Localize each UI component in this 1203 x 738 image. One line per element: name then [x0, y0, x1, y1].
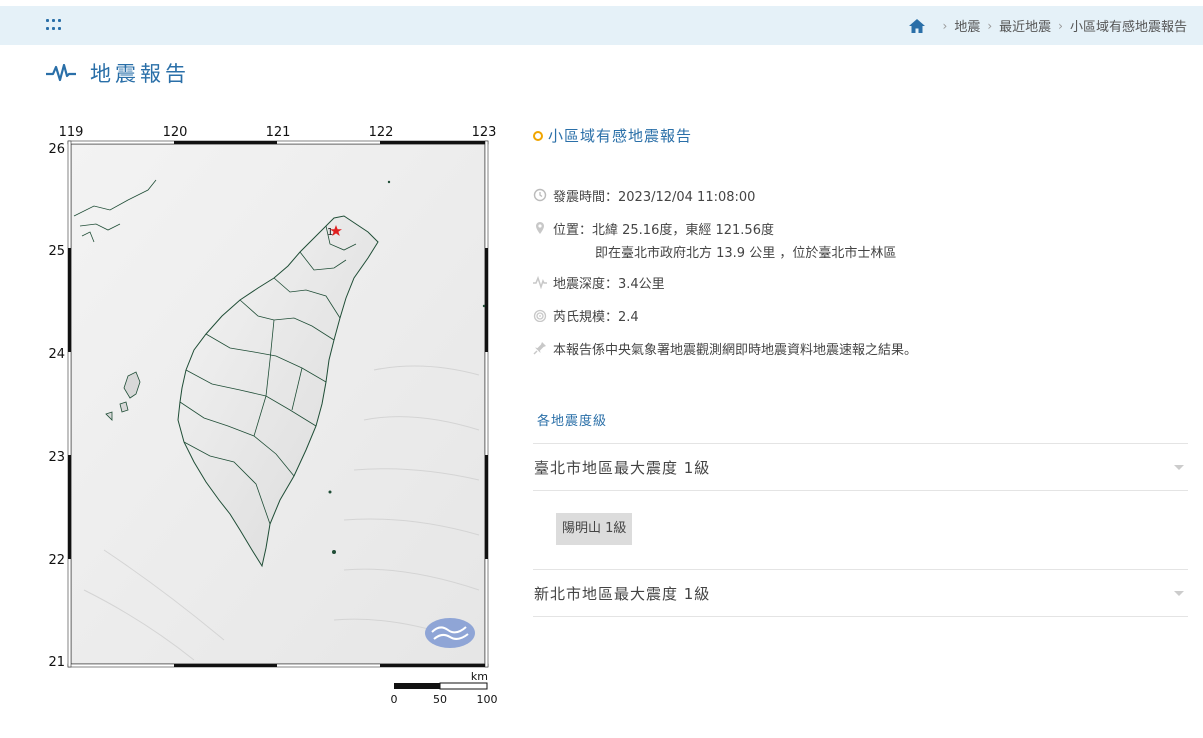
caret-down-icon[interactable]	[1174, 465, 1184, 470]
breadcrumb-current-report: 小區域有感地震報告	[1069, 20, 1187, 35]
top-bar: › 地震 › 最近地震 › 小區域有感地震報告	[0, 6, 1203, 45]
intensity-heading: 各地震度級	[537, 414, 608, 429]
magnitude-rings-icon	[533, 309, 547, 322]
lon-tick-120: 120	[163, 125, 188, 140]
breadcrumb-recent-earthquakes[interactable]: 最近地震	[999, 16, 1051, 35]
accordion-taipei-city[interactable]: 臺北市地區最大震度 1級	[533, 443, 1188, 491]
lon-tick-122: 122	[369, 125, 394, 140]
origin-time-row: 發震時間：2023/12/04 11:08:00	[533, 186, 755, 205]
map-frame-left	[67, 140, 72, 668]
home-icon[interactable]	[908, 18, 926, 34]
accordion-label: 臺北市地區最大震度 1級	[534, 459, 711, 477]
caret-down-icon[interactable]	[1174, 591, 1184, 596]
origin-time: 發震時間：2023/12/04 11:08:00	[553, 190, 756, 205]
lon-tick-121: 121	[266, 125, 291, 140]
epicenter-label: 1	[327, 227, 333, 238]
breadcrumb-separator: ›	[987, 18, 993, 33]
scale-unit: km	[471, 670, 488, 683]
map-pin-icon	[536, 222, 544, 234]
scale-label-100: 100	[477, 693, 498, 706]
location-detail: 即在臺北市政府北方 13.9 公里 ，位於臺北市士林區	[595, 246, 897, 261]
breadcrumb: › 地震 › 最近地震 › 小區域有感地震報告	[908, 6, 1187, 45]
map-svg: 1 119 120 121 122 123 26 25 24 23 22 21 …	[48, 125, 498, 706]
clock-icon	[533, 188, 547, 202]
scale-label-50: 50	[433, 693, 447, 706]
station-badge: 陽明山 1級	[556, 513, 633, 545]
report-note: 本報告係中央氣象署地震觀測網即時地震資料地震速報之結果。	[553, 343, 918, 358]
accordion-new-taipei-city[interactable]: 新北市地區最大震度 1級	[533, 569, 1188, 617]
scale-bar: km 0 50 100	[391, 670, 498, 706]
depth: 地震深度：3.4公里	[553, 277, 665, 292]
menu-grid-icon[interactable]	[46, 19, 62, 33]
note-row: 本報告係中央氣象署地震觀測網即時地震資料地震速報之結果。	[533, 339, 917, 358]
lat-tick-21: 21	[48, 655, 65, 670]
breadcrumb-separator: ›	[1058, 18, 1063, 33]
breadcrumb-earthquake[interactable]: 地震	[954, 16, 980, 35]
pin-note-icon	[533, 342, 546, 355]
title-dot-icon	[533, 130, 543, 141]
page-title: 地震報告	[46, 58, 190, 88]
accordion-label: 新北市地區最大震度 1級	[534, 585, 711, 603]
magnitude: 芮氏規模：2.4	[553, 310, 639, 325]
map-frame-right	[484, 140, 489, 668]
location: 位置：北緯 25.16度，東經 121.56度	[553, 223, 774, 238]
magnitude-row: 芮氏規模：2.4	[533, 306, 639, 325]
lat-tick-26: 26	[48, 142, 65, 157]
lat-tick-24: 24	[48, 347, 65, 362]
lat-tick-22: 22	[48, 553, 65, 568]
lat-tick-25: 25	[48, 244, 65, 259]
lon-tick-123: 123	[472, 125, 497, 140]
depth-wave-icon	[533, 275, 547, 289]
seismograph-icon	[46, 64, 76, 82]
lat-tick-23: 23	[48, 450, 65, 465]
location-row: 位置：北緯 25.16度，東經 121.56度	[533, 219, 774, 238]
lon-tick-119: 119	[59, 125, 84, 140]
page-title-text: 地震報告	[90, 62, 190, 86]
report-title-text: 小區域有感地震報告	[548, 127, 693, 145]
scale-label-0: 0	[391, 693, 398, 706]
earthquake-map: 1 119 120 121 122 123 26 25 24 23 22 21 …	[44, 120, 514, 720]
breadcrumb-separator: ›	[942, 18, 948, 33]
cwa-logo	[425, 618, 475, 648]
depth-row: 地震深度：3.4公里	[533, 273, 665, 292]
report-title: 小區域有感地震報告	[533, 125, 692, 146]
